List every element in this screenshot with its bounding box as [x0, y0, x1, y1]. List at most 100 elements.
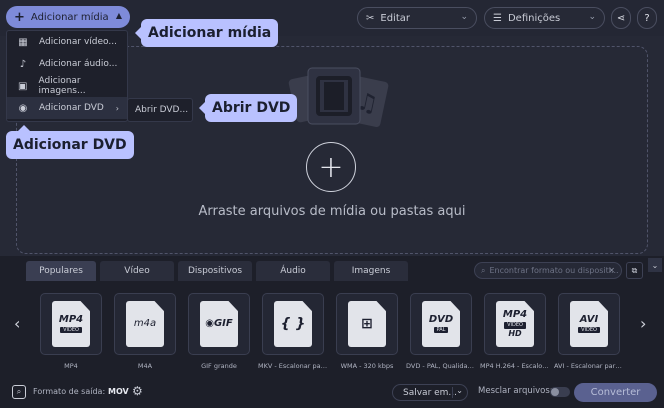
format-icon-box: AVI VIDEO	[558, 293, 620, 355]
search-placeholder: Encontrar formato ou dispositi...	[489, 266, 619, 275]
chevron-right-icon: ›	[115, 103, 119, 113]
merge-files-label: Mesclar arquivos:	[478, 386, 553, 396]
format-label: DVD - PAL, Qualidad...	[406, 362, 476, 370]
edit-button[interactable]: ✂ Editar ⌄	[357, 7, 477, 29]
gif-file-icon: ◉GIF	[200, 301, 238, 347]
format-tile-gif[interactable]: ◉GIF GIF grande	[184, 293, 254, 370]
tools-icon: ✂	[366, 12, 375, 24]
convert-button[interactable]: Converter	[574, 383, 657, 402]
format-tile-mp4-h264[interactable]: MP4 VIDEO HD MP4 H.264 - Escalon...	[480, 293, 550, 370]
save-to-label: Salvar em...	[403, 387, 458, 398]
settings-label: Definições	[507, 12, 561, 24]
menu-item-label: Adicionar áudio...	[39, 59, 118, 69]
chevron-down-icon: ⌄	[588, 12, 596, 22]
tab-devices[interactable]: Dispositivos	[178, 261, 252, 281]
format-label: MP4 H.264 - Escalon...	[480, 362, 550, 370]
plus-icon: +	[14, 9, 25, 25]
add-files-button[interactable]: +	[306, 142, 356, 192]
format-label: MP4	[64, 362, 78, 370]
my-formats-button[interactable]: ⧉	[626, 262, 643, 279]
format-tile-avi[interactable]: AVI VIDEO AVI - Escalonar para ...	[554, 293, 624, 370]
format-icon-box: ◉GIF	[188, 293, 250, 355]
callout-text: Adicionar DVD	[13, 137, 127, 153]
settings-button[interactable]: ☰ Definições ⌄	[484, 7, 605, 29]
gear-icon[interactable]: ⚙	[132, 384, 143, 398]
mp4-hd-file-icon: MP4 VIDEO HD	[496, 301, 534, 347]
format-strip: ‹ › MP4 VIDEO MP4 m4a M4A ◉GIF GIF grand…	[6, 284, 658, 376]
mkv-file-icon: { }	[274, 301, 312, 347]
divider	[452, 387, 453, 398]
dvd-file-icon: DVD PAL	[422, 301, 460, 347]
share-button[interactable]: ⋖	[611, 7, 631, 29]
chevron-down-icon: ⌄	[651, 260, 659, 270]
output-format-label: Formato de saída:	[33, 387, 106, 396]
chevron-up-icon: ▲	[115, 11, 122, 20]
drop-hint: Arraste arquivos de mídia ou pastas aqui	[198, 204, 466, 219]
format-label: M4A	[137, 362, 153, 370]
tab-popular[interactable]: Populares	[26, 261, 96, 281]
mp4-file-icon: MP4 VIDEO	[52, 301, 90, 347]
tab-images[interactable]: Imagens	[334, 261, 408, 281]
image-icon: ▣	[18, 80, 28, 92]
format-tile-wma[interactable]: ⊞ WMA - 320 kbps	[332, 293, 402, 370]
merge-files-toggle[interactable]	[550, 387, 570, 397]
footer-bar: ⌕ Formato de saída: MOV ⚙ Salvar em... ⌄…	[0, 380, 664, 408]
edit-label: Editar	[380, 12, 410, 24]
m4a-file-icon: m4a	[126, 301, 164, 347]
tab-audio[interactable]: Áudio	[256, 261, 330, 281]
output-format-icon[interactable]: ⌕	[12, 385, 26, 399]
format-tile-mkv[interactable]: { } MKV - Escalonar para ...	[258, 293, 328, 370]
callout-text: Adicionar mídia	[148, 25, 272, 41]
callout-add-media: Adicionar mídia	[134, 19, 279, 47]
callout-add-dvd: Adicionar DVD	[6, 125, 134, 159]
menu-item-label: Adicionar DVD	[39, 103, 104, 113]
help-icon: ?	[644, 12, 650, 24]
close-icon[interactable]: ✕	[608, 266, 615, 275]
menu-item-add-images[interactable]: ▣ Adicionar imagens...	[7, 75, 127, 97]
disc-icon: ◉	[18, 102, 28, 114]
format-icon-box: { }	[262, 293, 324, 355]
format-icon-box: DVD PAL	[410, 293, 472, 355]
menu-item-add-dvd[interactable]: ◉ Adicionar DVD ›	[7, 97, 127, 119]
format-label: MKV - Escalonar para ...	[258, 362, 328, 370]
format-tabs: Populares Vídeo Dispositivos Áudio Image…	[26, 261, 408, 281]
film-icon: ▦	[18, 36, 28, 48]
menu-item-label: Adicionar imagens...	[38, 76, 86, 96]
format-tile-mp4[interactable]: MP4 VIDEO MP4	[36, 293, 106, 370]
format-tile-dvd[interactable]: DVD PAL DVD - PAL, Qualidad...	[406, 293, 476, 370]
format-icon-box: MP4 VIDEO HD	[484, 293, 546, 355]
callout-text: Abrir DVD	[212, 100, 291, 116]
chevron-left-icon[interactable]: ‹	[14, 314, 20, 333]
avi-file-icon: AVI VIDEO	[570, 301, 608, 347]
format-label: WMA - 320 kbps	[340, 362, 394, 370]
plus-icon: +	[318, 149, 344, 185]
chevron-down-icon: ⌄	[460, 12, 468, 22]
menu-item-add-video[interactable]: ▦ Adicionar vídeo...	[7, 31, 127, 53]
submenu-open-dvd[interactable]: Abrir DVD...	[127, 98, 193, 122]
chevron-right-icon[interactable]: ›	[640, 314, 646, 333]
share-icon: ⋖	[616, 12, 626, 24]
format-icon-box: ⊞	[336, 293, 398, 355]
copy-icon: ⧉	[631, 265, 638, 275]
format-label: GIF grande	[201, 362, 237, 370]
music-note-icon: ♪	[19, 58, 27, 70]
collapse-panel-button[interactable]: ⌄	[648, 258, 662, 272]
save-to-dropdown[interactable]: Salvar em... ⌄	[392, 384, 468, 401]
add-media-menu: ▦ Adicionar vídeo... ♪ Adicionar áudio..…	[6, 30, 128, 122]
menu-item-add-audio[interactable]: ♪ Adicionar áudio...	[7, 53, 127, 75]
help-button[interactable]: ?	[637, 7, 657, 29]
menu-item-label: Adicionar vídeo...	[39, 37, 117, 47]
format-icon-box: m4a	[114, 293, 176, 355]
format-search-input[interactable]: ⌕ Encontrar formato ou dispositi... ✕	[474, 262, 622, 279]
wma-file-icon: ⊞	[348, 301, 386, 347]
callout-open-dvd: Abrir DVD	[198, 94, 298, 122]
submenu-item-label: Abrir DVD...	[135, 105, 189, 115]
tab-video[interactable]: Vídeo	[100, 261, 174, 281]
add-media-button[interactable]: + Adicionar mídia ▲	[6, 6, 130, 28]
format-icon-box: MP4 VIDEO	[40, 293, 102, 355]
sliders-icon: ☰	[493, 12, 502, 24]
search-icon: ⌕	[481, 265, 486, 275]
output-format-value: MOV	[108, 387, 129, 396]
format-tile-m4a[interactable]: m4a M4A	[110, 293, 180, 370]
chevron-down-icon: ⌄	[456, 386, 463, 395]
